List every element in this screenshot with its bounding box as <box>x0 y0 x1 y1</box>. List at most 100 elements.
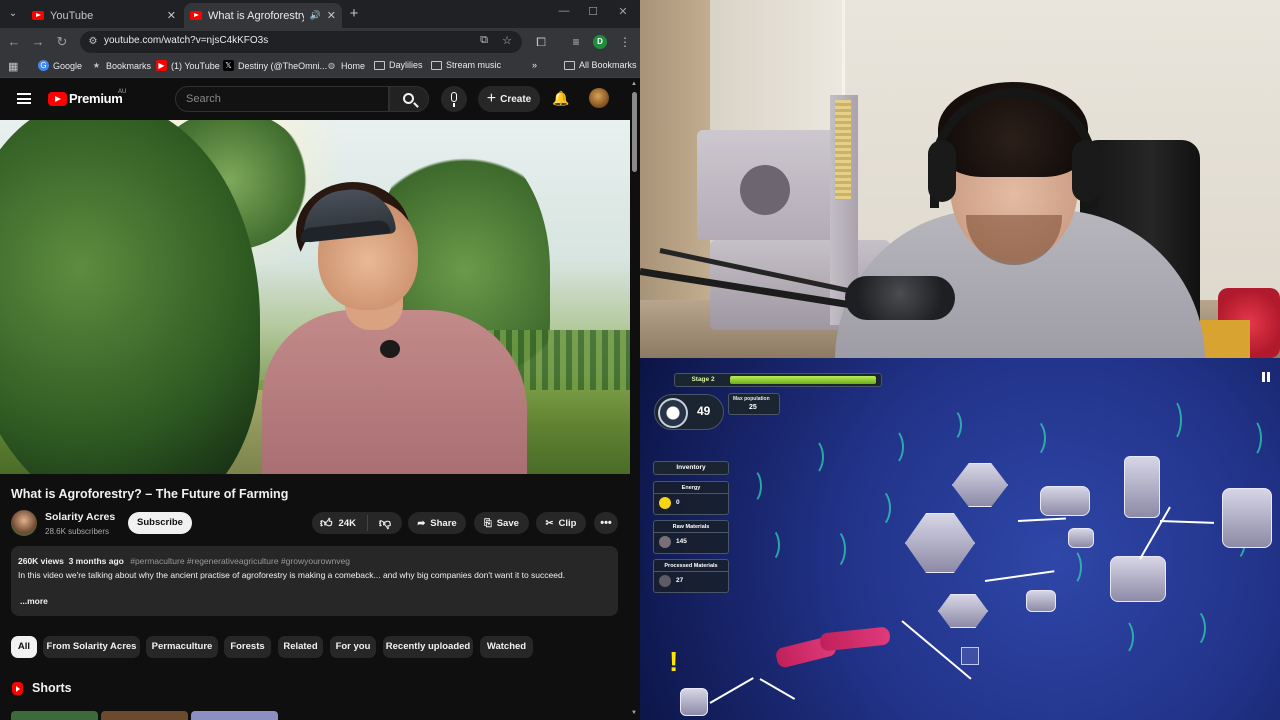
tab-youtube[interactable]: YouTube ✕ <box>26 3 182 28</box>
back-icon[interactable]: ← <box>6 34 22 50</box>
voice-search-button[interactable] <box>441 86 467 112</box>
inventory-energy: Energy 0 <box>653 481 729 515</box>
channel-name[interactable]: Solarity Acres <box>45 511 115 523</box>
profile-avatar[interactable]: D <box>593 35 607 49</box>
hashtags[interactable]: #permaculture #regenerativeagriculture #… <box>130 556 350 566</box>
account-avatar[interactable] <box>589 88 609 108</box>
scroll-down-icon[interactable]: ▼ <box>631 710 637 716</box>
browser-menu-icon[interactable]: ⋮ <box>617 34 633 50</box>
chip-related[interactable]: Related <box>278 636 323 658</box>
close-tab-icon[interactable]: ✕ <box>327 9 336 22</box>
colony-building[interactable] <box>952 463 1008 507</box>
bookmark-google[interactable]: G Google <box>38 60 82 71</box>
subscriber-count: 28.6K subscribers <box>45 527 110 536</box>
colony-building[interactable] <box>1222 488 1272 548</box>
new-tab-button[interactable]: + <box>346 5 362 23</box>
desktop: ⌄ YouTube ✕ What is Agroforestry? – The … <box>0 0 1280 720</box>
menu-icon[interactable] <box>17 93 31 104</box>
share-label: Share <box>430 517 457 529</box>
reload-icon[interactable]: ↻ <box>54 34 70 50</box>
chip-for-you[interactable]: For you <box>330 636 376 658</box>
bookmark-youtube[interactable]: ▶ (1) YouTube <box>156 60 220 71</box>
close-tab-icon[interactable]: ✕ <box>167 9 176 22</box>
search-input[interactable]: Search <box>175 86 389 112</box>
chip-permaculture[interactable]: Permaculture <box>146 636 218 658</box>
more-actions-button[interactable]: ••• <box>594 512 618 534</box>
chip-forests[interactable]: Forests <box>224 636 271 658</box>
close-window-icon[interactable]: ✕ <box>613 5 633 18</box>
bookmark-daylilies[interactable]: Daylilies <box>374 60 423 70</box>
search-button[interactable] <box>389 86 429 112</box>
all-bookmarks-button[interactable]: All Bookmarks <box>564 60 637 70</box>
colony-building[interactable] <box>1026 590 1056 612</box>
colony-building[interactable] <box>905 513 975 573</box>
bookmark-destiny[interactable]: 𝕏 Destiny (@TheOmni... <box>223 60 327 71</box>
youtube-logo-icon[interactable] <box>48 92 67 106</box>
bookmark-bookmarks[interactable]: ★ Bookmarks <box>91 60 151 71</box>
scissors-icon: ✂ <box>545 517 554 529</box>
short-thumbnail[interactable] <box>11 711 98 720</box>
short-thumbnail[interactable] <box>191 711 278 720</box>
scroll-up-icon[interactable]: ▲ <box>631 81 637 87</box>
webcam-feed <box>640 0 1280 358</box>
colony-building[interactable] <box>1068 528 1094 548</box>
subscribe-button[interactable]: Subscribe <box>128 512 192 534</box>
view-count: 260K views <box>18 556 64 566</box>
media-controls-icon[interactable]: ≡ <box>568 34 584 50</box>
tab-search-icon[interactable]: ⌄ <box>4 5 22 23</box>
youtube-brand[interactable]: Premium <box>69 91 123 106</box>
share-button[interactable]: ➦ Share <box>408 512 466 534</box>
red-creature[interactable] <box>819 626 891 652</box>
install-app-icon[interactable]: ⧉ <box>476 34 492 47</box>
address-bar[interactable]: ⚙ youtube.com/watch?v=njsC4kKFO3s ⧉ ☆ <box>80 31 522 53</box>
inventory-button[interactable]: Inventory <box>653 461 729 475</box>
apps-icon[interactable]: ▦ <box>8 60 18 73</box>
bookmark-star-icon[interactable]: ☆ <box>499 34 515 47</box>
chip-all[interactable]: All <box>11 636 37 658</box>
video-description[interactable]: 260K views 3 months ago #permaculture #r… <box>11 546 618 616</box>
maximize-icon[interactable]: ☐ <box>583 5 603 18</box>
population-panel: 49 <box>654 394 724 430</box>
create-button[interactable]: + Create <box>478 86 540 112</box>
notifications-bell-icon[interactable]: 🔔 <box>552 91 569 106</box>
clip-label: Clip <box>558 517 577 529</box>
site-info-icon[interactable]: ⚙ <box>86 35 100 49</box>
chip-from-channel[interactable]: From Solarity Acres <box>43 636 140 658</box>
microphone <box>845 276 955 320</box>
plus-icon: + <box>486 90 497 107</box>
pause-icon[interactable] <box>1262 372 1270 382</box>
tab-agroforestry[interactable]: What is Agroforestry? – The 🔊 ✕ <box>184 3 342 28</box>
like-button[interactable]: 👍︎ 24K <box>312 515 368 531</box>
colony-building[interactable] <box>1040 486 1090 516</box>
page-scrollbar[interactable] <box>630 78 640 720</box>
alert-icon[interactable]: ! <box>669 646 678 678</box>
minimize-icon[interactable]: — <box>554 5 574 17</box>
colony-building[interactable] <box>680 688 708 716</box>
chip-recently-uploaded[interactable]: Recently uploaded <box>383 636 473 658</box>
bookmark-stream-music[interactable]: Stream music <box>431 60 501 70</box>
colony-building[interactable] <box>938 594 988 628</box>
scrollbar-thumb[interactable] <box>632 92 637 172</box>
seaweed <box>740 468 762 504</box>
chip-watched[interactable]: Watched <box>480 636 533 658</box>
forward-icon[interactable]: → <box>30 34 46 50</box>
more-bookmarks-button[interactable]: » <box>532 60 537 70</box>
clip-button[interactable]: ✂ Clip <box>536 512 586 534</box>
dislike-button[interactable]: 👎︎ <box>368 516 402 531</box>
inventory-value: 145 <box>676 538 687 545</box>
speaker-icon[interactable]: 🔊 <box>310 10 321 21</box>
extensions-icon[interactable]: ⧠ <box>533 34 549 50</box>
creature-population-icon <box>658 398 688 428</box>
shorts-icon <box>12 682 23 695</box>
colony-building[interactable] <box>1110 556 1166 602</box>
bookmark-home[interactable]: ◍ Home <box>326 60 365 71</box>
channel-avatar[interactable] <box>11 510 37 536</box>
video-player[interactable] <box>0 120 630 474</box>
folder-icon <box>374 60 385 70</box>
colony-building[interactable] <box>1124 456 1160 518</box>
short-thumbnail[interactable] <box>101 711 188 720</box>
max-population-panel: Max population 25 <box>728 393 780 415</box>
save-button[interactable]: ⎘ Save <box>474 512 529 534</box>
show-more-link[interactable]: ...more <box>20 596 48 606</box>
game-view[interactable]: Stage 2 49 Max population 25 Inventory E… <box>640 358 1280 720</box>
